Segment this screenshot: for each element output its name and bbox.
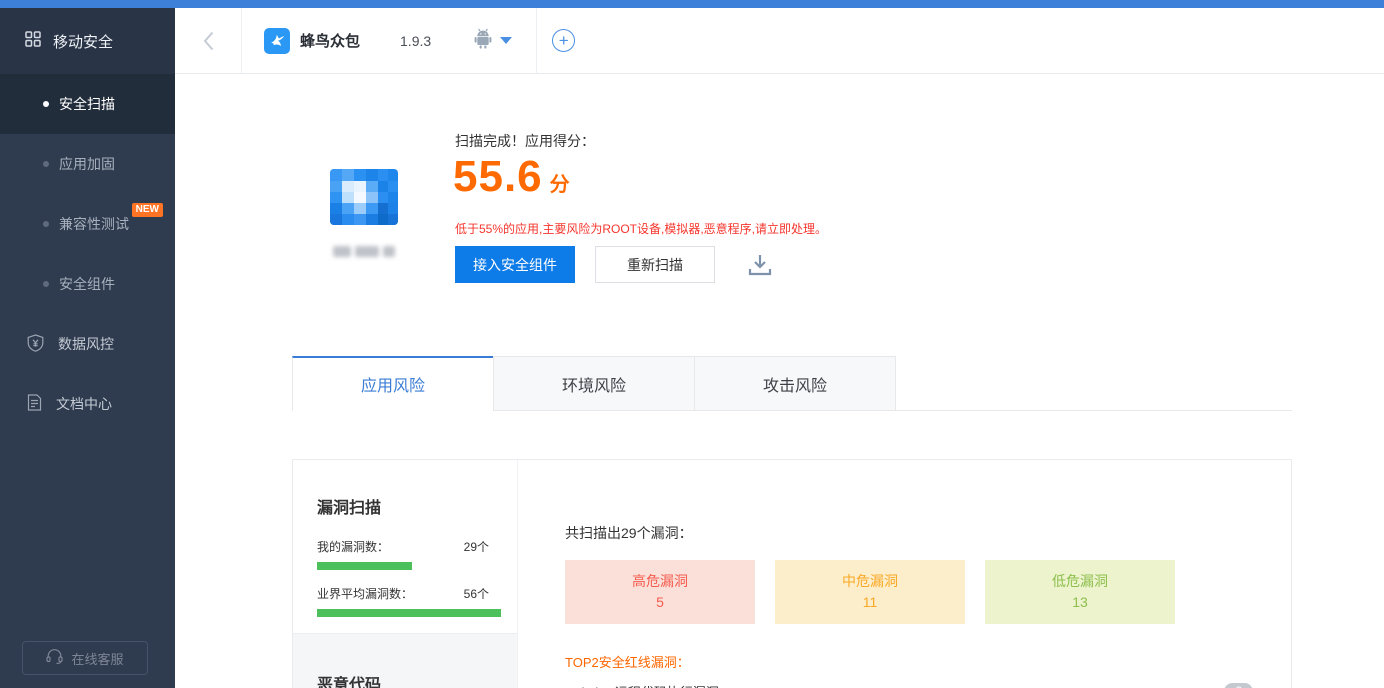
metric-my-vulns: 我的漏洞数： 29个 [317, 538, 489, 570]
platform-selector[interactable] [473, 28, 513, 54]
score-value: 55.6 [453, 152, 543, 201]
sidebar-item-label: 应用加固 [59, 156, 115, 172]
header-divider [536, 7, 538, 74]
bird-logo-icon [270, 34, 284, 47]
risk-box-medium: 中危漏洞 11 [775, 560, 965, 624]
metric-label: 我的漏洞数： [317, 540, 390, 554]
chevron-down-icon [500, 37, 513, 44]
app-name: 蜂鸟众包 [300, 33, 361, 50]
sidebar-item-security-scan[interactable]: 安全扫描 [0, 74, 175, 134]
app-info: 蜂鸟众包 1.9.3 + [242, 7, 576, 74]
grid-icon [25, 31, 41, 51]
top2-redline-title: TOP2安全红线漏洞： [565, 655, 690, 670]
metric-label: 业界平均漏洞数： [317, 587, 414, 601]
risk-box-low: 低危漏洞 13 [985, 560, 1175, 624]
category-malicious-code[interactable]: 恶意代码 [293, 633, 517, 688]
risk-box-count: 11 [862, 594, 878, 610]
app-version: 1.9.3 [400, 32, 432, 49]
app-layout: 移动安全 安全扫描 应用加固 兼容性测试 NEW 安全组件 数据风控 文档中心 … [0, 7, 1384, 688]
sidebar-section-label: 文档中心 [56, 396, 112, 412]
sidebar-nav: 安全扫描 应用加固 兼容性测试 NEW 安全组件 [0, 74, 175, 314]
metric-industry-vulns: 业界平均漏洞数： 56个 [317, 585, 501, 617]
vuln-summary-text: 共扫描出29个漏洞： [565, 525, 693, 541]
bullet-dot [43, 221, 49, 227]
sidebar-item-label: 安全组件 [59, 276, 115, 292]
tab-environment-risk[interactable]: 环境风险 [493, 356, 695, 411]
industry-vulns-bar [317, 609, 501, 617]
main-area: 蜂鸟众包 1.9.3 + 扫描完成！应用得分： 55.6 分 低于55%的应用,… [175, 7, 1384, 688]
bullet-dot [43, 281, 49, 287]
sidebar: 移动安全 安全扫描 应用加固 兼容性测试 NEW 安全组件 数据风控 文档中心 … [0, 8, 175, 688]
sidebar-item-data-risk[interactable]: 数据风控 [0, 314, 175, 374]
sidebar-item-label: 兼容性测试 [59, 216, 129, 232]
score-unit: 分 [549, 174, 570, 196]
vuln-count-badge: 2 [1224, 683, 1253, 688]
shield-icon [27, 333, 44, 355]
metric-value: 56个 [463, 587, 489, 601]
risk-box-count: 5 [656, 594, 664, 610]
blurred-app-name [333, 246, 395, 257]
bullet-dot [43, 101, 49, 107]
bullet-dot [43, 161, 49, 167]
sidebar-title: 移动安全 [53, 33, 114, 51]
risk-box-label: 中危漏洞 [842, 573, 898, 589]
tab-app-risk[interactable]: 应用风险 [292, 356, 494, 411]
tab-attack-risk[interactable]: 攻击风险 [694, 356, 896, 411]
sidebar-item-label: 安全扫描 [59, 96, 115, 112]
category-vulnerability-scan[interactable]: 漏洞扫描 我的漏洞数： 29个 业界平均漏洞数： 56个 恶意代码 [293, 460, 518, 688]
document-icon [27, 394, 42, 414]
new-badge: NEW [131, 203, 163, 217]
sidebar-section-label: 数据风控 [58, 336, 114, 352]
risk-level-boxes: 高危漏洞 5 中危漏洞 11 低危漏洞 13 [565, 560, 1253, 624]
sidebar-item-doc-center[interactable]: 文档中心 [0, 374, 175, 434]
vuln-scan-title: 漏洞扫描 [317, 500, 382, 517]
sidebar-product-header[interactable]: 移动安全 [0, 8, 175, 74]
online-support-label: 在线客服 [71, 651, 124, 667]
risk-box-high: 高危漏洞 5 [565, 560, 755, 624]
online-support-button[interactable]: 在线客服 [22, 641, 148, 675]
scan-status-text: 扫描完成！应用得分： [455, 133, 595, 149]
rescan-button[interactable]: 重新扫描 [595, 246, 715, 283]
vuln-item-webview-rce[interactable]: webview远程代码执行漏洞 2 [565, 682, 1253, 688]
top-accent-bar [0, 0, 1384, 8]
content-area: 扫描完成！应用得分： 55.6 分 低于55%的应用,主要风险为ROOT设备,模拟… [175, 74, 1384, 688]
access-security-component-button[interactable]: 接入安全组件 [455, 246, 575, 283]
back-button[interactable] [175, 31, 241, 51]
score-line: 55.6 分 [453, 152, 570, 202]
sidebar-item-app-hardening[interactable]: 应用加固 [0, 134, 175, 194]
risk-tabs: 应用风险 环境风险 攻击风险 [292, 356, 1292, 411]
vuln-name: webview远程代码执行漏洞 [565, 682, 719, 688]
sidebar-item-security-component[interactable]: 安全组件 [0, 254, 175, 314]
risk-warning-text: 低于55%的应用,主要风险为ROOT设备,模拟器,恶意程序,请立即处理。 [455, 222, 828, 236]
add-app-button[interactable]: + [552, 29, 576, 52]
download-report-icon[interactable] [747, 253, 773, 277]
metric-value: 29个 [463, 540, 489, 554]
sidebar-item-compatibility-test[interactable]: 兼容性测试 NEW [0, 194, 175, 254]
my-vulns-bar [317, 562, 412, 570]
scan-result-panel: 漏洞扫描 我的漏洞数： 29个 业界平均漏洞数： 56个 恶意代码 共扫描出29… [292, 459, 1292, 688]
app-logo [264, 27, 290, 54]
risk-box-label: 低危漏洞 [1052, 573, 1108, 589]
main-header: 蜂鸟众包 1.9.3 + [175, 7, 1384, 74]
headset-icon [46, 649, 64, 667]
android-icon [473, 28, 493, 54]
risk-box-count: 13 [1072, 594, 1088, 610]
score-actions: 接入安全组件 重新扫描 [455, 246, 773, 283]
risk-box-label: 高危漏洞 [632, 573, 688, 589]
vuln-detail-area: 共扫描出29个漏洞： 高危漏洞 5 中危漏洞 11 低危漏洞 13 TOP2安全… [565, 460, 1253, 688]
scanned-app-icon [330, 169, 398, 225]
